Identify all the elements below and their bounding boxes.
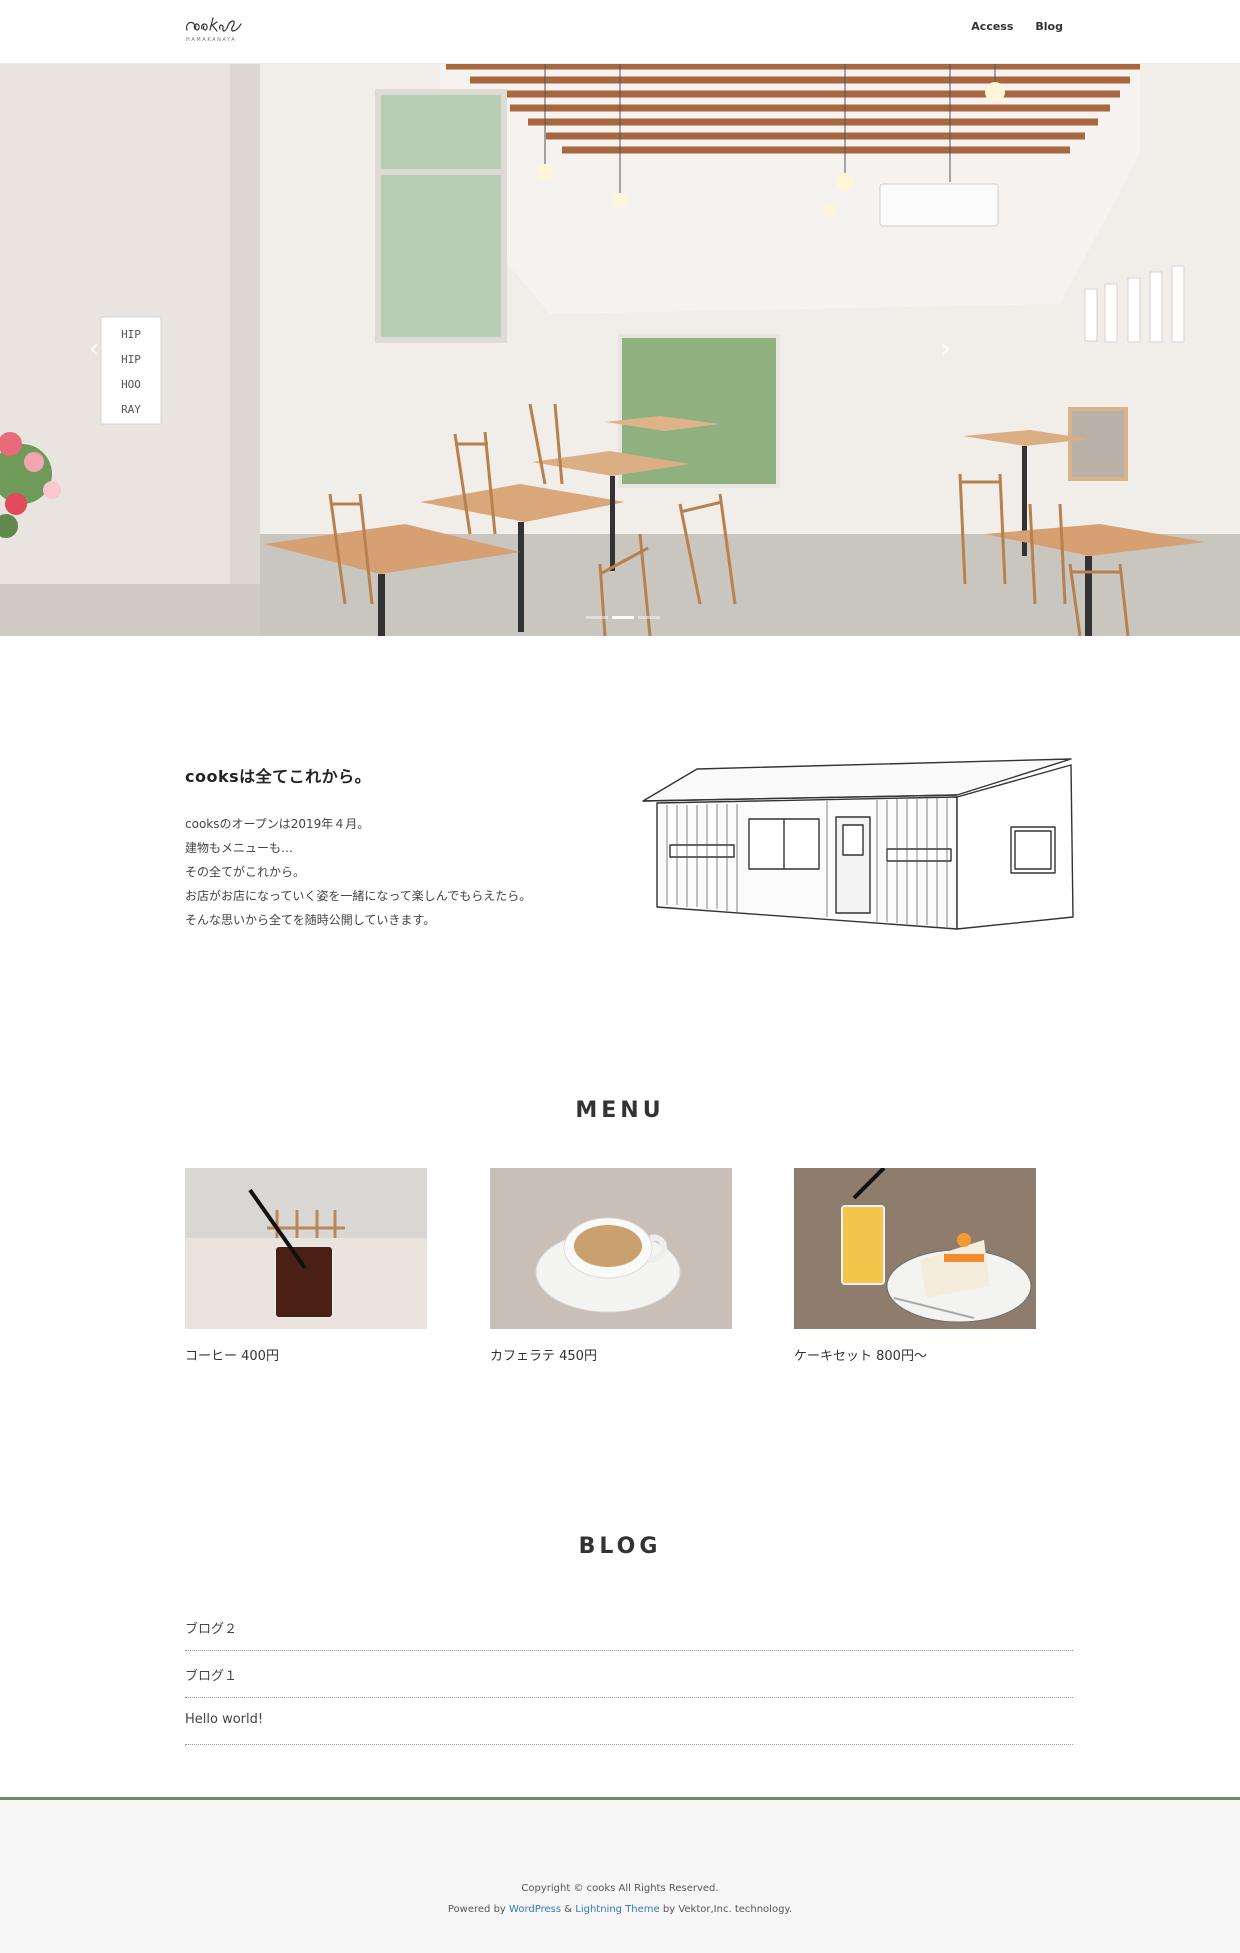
- intro-line: そんな思いから全てを随時公開していきます。: [185, 913, 436, 927]
- menu-card-cafe-latte[interactable]: カフェラテ 450円: [490, 1168, 732, 1364]
- nav-item-blog[interactable]: Blog: [1035, 20, 1063, 33]
- intro-body: cooksのオープンは2019年４月。 建物もメニューも… その全てがこれから。…: [185, 812, 531, 932]
- menu-section-title: MENU: [575, 1098, 665, 1123]
- powered-by: Powered by WordPress & Lightning Theme b…: [0, 1904, 1240, 1915]
- intro-line: お店がお店になっていく姿を一緒になって楽しんでもらえたら。: [185, 889, 532, 903]
- logo-subtext: HAMAKANAYA: [186, 37, 237, 43]
- powered-suffix: by Vektor,Inc. technology.: [662, 1904, 793, 1915]
- blog-post-item[interactable]: ブログ２: [185, 1604, 1073, 1651]
- intro-line: その全てがこれから。: [185, 865, 306, 879]
- air-conditioner: [879, 183, 999, 227]
- menu-card-cake-set[interactable]: ケーキセット 800円〜: [794, 1168, 1036, 1364]
- wordpress-link[interactable]: WordPress: [509, 1904, 561, 1915]
- amp-text: &: [564, 1904, 573, 1915]
- blog-post-item[interactable]: ブログ１: [185, 1651, 1073, 1698]
- blog-section-title: BLOG: [578, 1534, 662, 1559]
- svg-text:HIP: HIP: [121, 353, 141, 366]
- powered-prefix: Powered by: [447, 1904, 506, 1915]
- intro-title: cooksは全てこれから。: [185, 767, 372, 786]
- menu-card-coffee[interactable]: コーヒー 400円: [185, 1168, 427, 1364]
- intro-line: cooksのオープンは2019年４月。: [185, 817, 370, 831]
- slider-next-button[interactable]: ›: [934, 332, 958, 366]
- slider-pagination: [586, 616, 660, 619]
- site-logo[interactable]: HAMAKANAYA: [183, 8, 245, 46]
- blog-post-list: ブログ２ ブログ１ Hello world!: [185, 1604, 1073, 1745]
- store-building-illustration: [642, 758, 1074, 930]
- menu-photo-cake-set: [794, 1168, 1036, 1329]
- svg-text:HIP: HIP: [121, 328, 141, 341]
- ceiling-beams: [446, 64, 1140, 154]
- svg-text:RAY: RAY: [121, 403, 141, 416]
- logo-script-mark: [186, 17, 242, 32]
- menu-photo-iced-coffee: [185, 1168, 427, 1329]
- menu-caption: ケーキセット 800円〜: [794, 1349, 927, 1364]
- copyright-text: Copyright © cooks All Rights Reserved.: [521, 1883, 719, 1894]
- wall-poster: HIP HIP HOO RAY: [100, 316, 162, 425]
- global-nav: Access Blog: [971, 0, 1063, 52]
- menu-photo-cafe-latte: [490, 1168, 732, 1329]
- slider-dot-active[interactable]: [612, 616, 634, 619]
- hero-slider: HIP HIP HOO RAY ‹ ›: [0, 64, 1240, 636]
- svg-text:HOO: HOO: [121, 378, 141, 391]
- menu-caption: カフェラテ 450円: [490, 1349, 597, 1364]
- site-header: HAMAKANAYA Access Blog: [0, 0, 1240, 64]
- hero-cafe-interior-image: HIP HIP HOO RAY: [0, 64, 1240, 636]
- slider-dot[interactable]: [586, 616, 608, 619]
- menu-caption: コーヒー 400円: [185, 1349, 279, 1364]
- site-footer: Copyright © cooks All Rights Reserved. P…: [0, 1797, 1240, 1953]
- slider-dot[interactable]: [638, 616, 660, 619]
- nav-item-access[interactable]: Access: [971, 20, 1013, 33]
- blog-post-item[interactable]: Hello world!: [185, 1698, 1073, 1745]
- lightning-theme-link[interactable]: Lightning Theme: [575, 1904, 659, 1915]
- slider-prev-button[interactable]: ‹: [82, 332, 106, 366]
- intro-line: 建物もメニューも…: [185, 841, 294, 855]
